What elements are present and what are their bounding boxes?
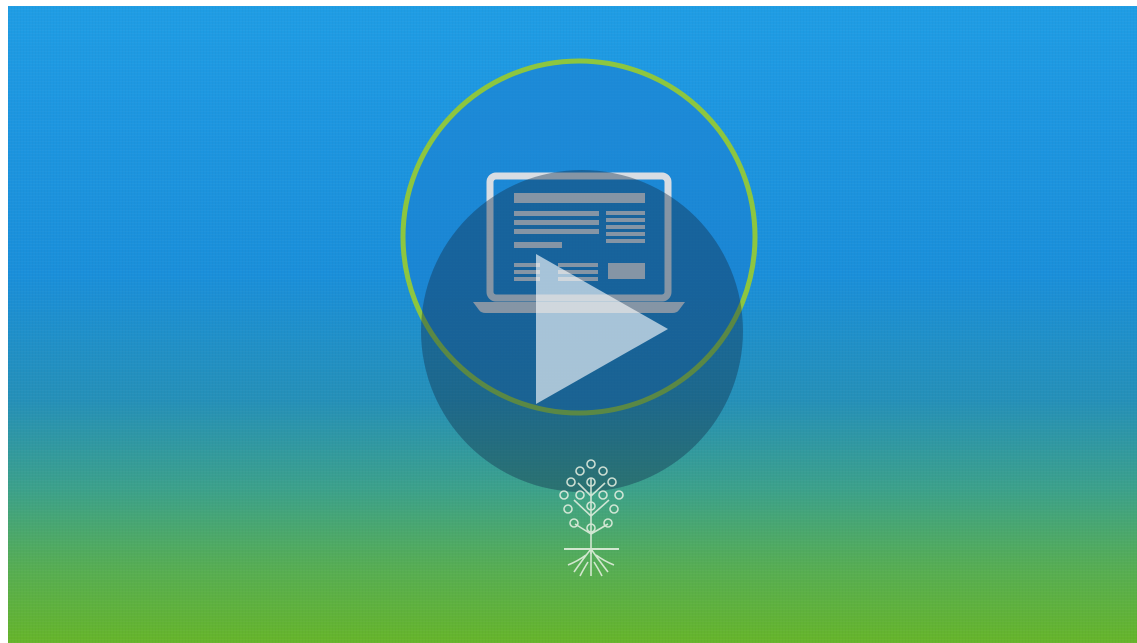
play-button-hit-area[interactable] (421, 170, 743, 492)
video-thumbnail[interactable] (8, 6, 1137, 643)
